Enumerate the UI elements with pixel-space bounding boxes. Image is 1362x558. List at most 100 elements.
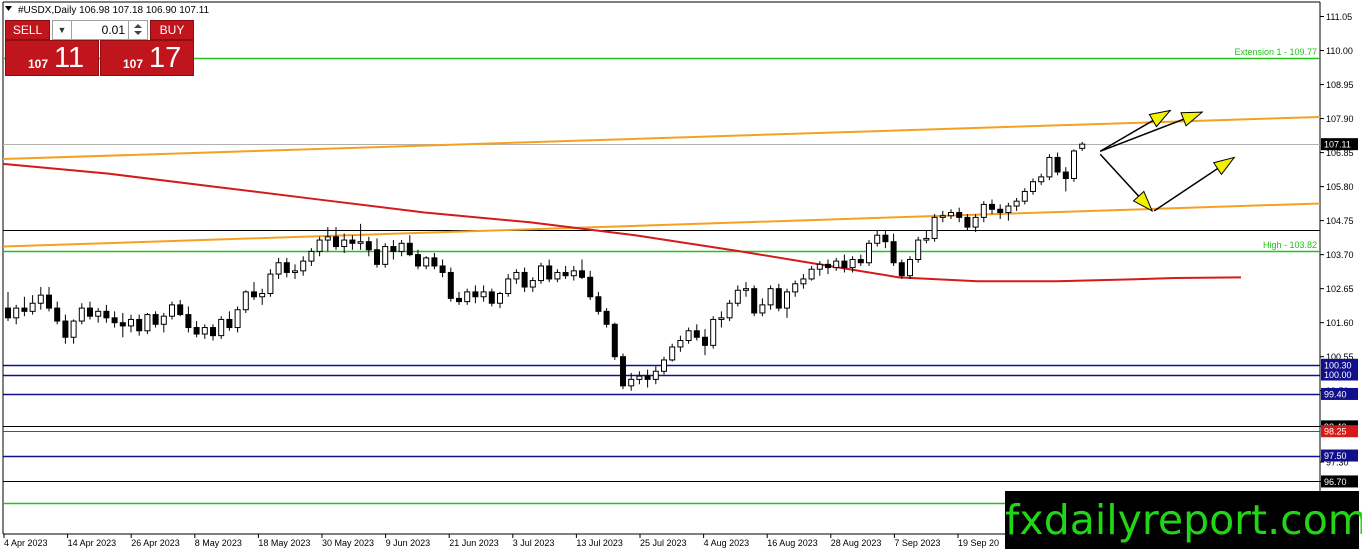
candle-body xyxy=(792,283,799,293)
x-tick-label: 4 Apr 2023 xyxy=(4,538,48,548)
chart-title: #USDX,Daily 106.98 107.18 106.90 107.11 xyxy=(18,5,210,16)
price-tag: 99.40 xyxy=(1321,387,1358,400)
candle xyxy=(382,243,389,268)
candle xyxy=(611,322,618,360)
candle-body xyxy=(743,288,749,291)
candle-body xyxy=(95,310,102,317)
candle xyxy=(1071,149,1077,182)
candle-body xyxy=(185,314,192,329)
candle xyxy=(726,300,733,322)
candle-body xyxy=(1079,143,1086,149)
candle-body xyxy=(283,262,290,273)
candle-body xyxy=(1054,156,1061,173)
candle-body xyxy=(46,294,52,309)
candle-body xyxy=(570,270,577,277)
candle xyxy=(915,236,922,263)
candle-body xyxy=(620,356,626,387)
candle-body xyxy=(931,216,938,239)
candle-body xyxy=(890,241,897,264)
candle-body xyxy=(907,259,913,277)
candle-body xyxy=(13,307,20,319)
candle-body xyxy=(341,239,348,248)
candle-body xyxy=(669,346,676,361)
candle-body xyxy=(825,263,831,269)
candle xyxy=(751,285,758,317)
candle-body xyxy=(300,260,307,272)
y-tick-label: 105.80 xyxy=(1326,182,1354,192)
candle-body xyxy=(1038,176,1045,183)
y-tick-label: 104.75 xyxy=(1326,216,1354,226)
candle-body xyxy=(259,293,266,298)
candle xyxy=(931,214,938,242)
price-tag-label: 107.11 xyxy=(1324,140,1351,150)
buy-price-box[interactable]: 107 17 xyxy=(100,40,194,76)
candle-body xyxy=(1013,200,1020,207)
lot-size-input[interactable]: ▼ 0.01 xyxy=(52,20,148,40)
candle-body xyxy=(193,327,200,335)
candle-body xyxy=(816,263,823,270)
sell-price-box[interactable]: 107 11 xyxy=(5,40,99,76)
candle-body xyxy=(390,246,397,252)
candle-body xyxy=(587,276,594,298)
candle-body xyxy=(595,296,602,312)
candle-body xyxy=(849,259,856,269)
candle-body xyxy=(201,327,208,335)
candle-body xyxy=(415,254,421,267)
candle-body xyxy=(800,278,807,285)
sell-button[interactable]: SELL xyxy=(5,20,50,40)
candle-body xyxy=(546,265,553,280)
candle-body xyxy=(759,304,766,314)
candle-body xyxy=(472,291,479,298)
sell-price-pips: 11 xyxy=(54,42,85,74)
candle-body xyxy=(898,262,905,277)
x-tick-label: 25 Jul 2023 xyxy=(640,538,687,548)
candle-body xyxy=(87,307,93,317)
price-tag: 97.50 xyxy=(1321,449,1358,462)
candle xyxy=(144,312,151,335)
candle-body xyxy=(997,208,1004,214)
x-tick-label: 18 May 2023 xyxy=(258,538,310,548)
candle-body xyxy=(423,257,430,267)
candle-body xyxy=(562,271,569,277)
candle-body xyxy=(513,271,520,280)
candle-body xyxy=(734,289,741,304)
x-tick-label: 4 Aug 2023 xyxy=(704,538,750,548)
x-tick-label: 7 Sep 2023 xyxy=(894,538,940,548)
candle xyxy=(620,353,626,390)
candle-body xyxy=(693,330,700,338)
price-chart[interactable]: 111.05 110.00 108.95 107.90 106.85 105.80 104.… xyxy=(0,0,1362,553)
candle-body xyxy=(21,307,28,312)
candle-body xyxy=(866,242,872,264)
candle-body xyxy=(1030,181,1036,192)
lot-spinner-icon[interactable] xyxy=(128,21,147,39)
candle-body xyxy=(989,203,995,210)
lot-dropdown-icon[interactable]: ▼ xyxy=(53,21,72,39)
candle xyxy=(218,316,225,339)
candle-body xyxy=(160,315,167,325)
candle-body xyxy=(652,370,659,380)
y-tick-label: 103.70 xyxy=(1326,250,1354,260)
price-tag-label: 97.50 xyxy=(1324,451,1347,461)
candle-body xyxy=(275,262,282,275)
candle-body xyxy=(538,265,544,282)
buy-button[interactable]: BUY xyxy=(150,20,194,40)
candle-body xyxy=(382,246,389,265)
price-tag: 96.70 xyxy=(1321,475,1358,488)
candle-body xyxy=(152,314,159,325)
candle-body xyxy=(29,302,36,312)
candle xyxy=(710,316,717,349)
candle-body xyxy=(1071,150,1077,180)
candle-body xyxy=(447,271,454,299)
y-tick-label: 110.00 xyxy=(1326,46,1353,56)
lot-size-value[interactable]: 0.01 xyxy=(102,21,125,39)
buy-price-handle: 107 xyxy=(123,57,144,71)
x-tick-label: 30 May 2023 xyxy=(322,538,374,548)
candle-body xyxy=(980,203,987,218)
candle-body xyxy=(144,314,151,332)
candle xyxy=(907,256,913,279)
candle xyxy=(866,240,872,266)
candle-body xyxy=(128,318,134,327)
candle-body xyxy=(431,257,438,267)
candle-body xyxy=(636,375,643,380)
chart-canvas[interactable]: 111.05110.00108.95107.90106.85105.80104.… xyxy=(0,0,1362,553)
